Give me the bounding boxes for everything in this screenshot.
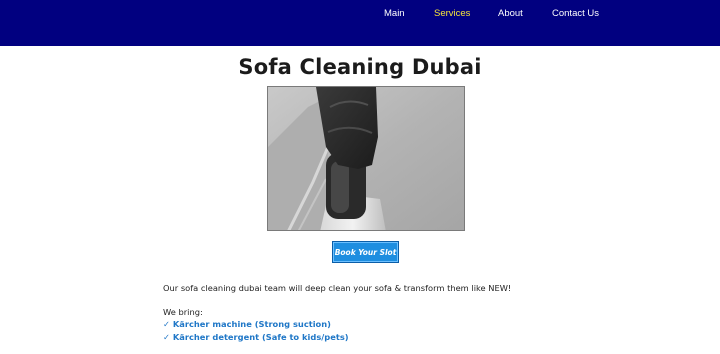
feature-item-karcher-machine: ✓ Kärcher machine (Strong suction) xyxy=(163,319,331,329)
sofa-cleaning-photo xyxy=(267,86,465,231)
book-your-slot-button[interactable]: Book Your Slot xyxy=(332,241,399,263)
intro-text: Our sofa cleaning dubai team will deep c… xyxy=(163,283,512,293)
nav-link-contact-us[interactable]: Contact Us xyxy=(552,8,599,19)
nav-link-about[interactable]: About xyxy=(498,8,523,19)
sofa-cleaning-image xyxy=(268,87,464,230)
nav-link-main[interactable]: Main xyxy=(384,8,405,19)
top-navbar: Main Services About Contact Us xyxy=(0,0,720,46)
page-title: Sofa Cleaning Dubai xyxy=(238,55,482,79)
nav-link-services[interactable]: Services xyxy=(434,8,470,19)
feature-item-karcher-detergent: ✓ Kärcher detergent (Safe to kids/pets) xyxy=(163,331,349,342)
service-description: Our sofa cleaning dubai team will deep c… xyxy=(163,283,583,343)
we-bring-label: We bring: xyxy=(163,307,203,317)
